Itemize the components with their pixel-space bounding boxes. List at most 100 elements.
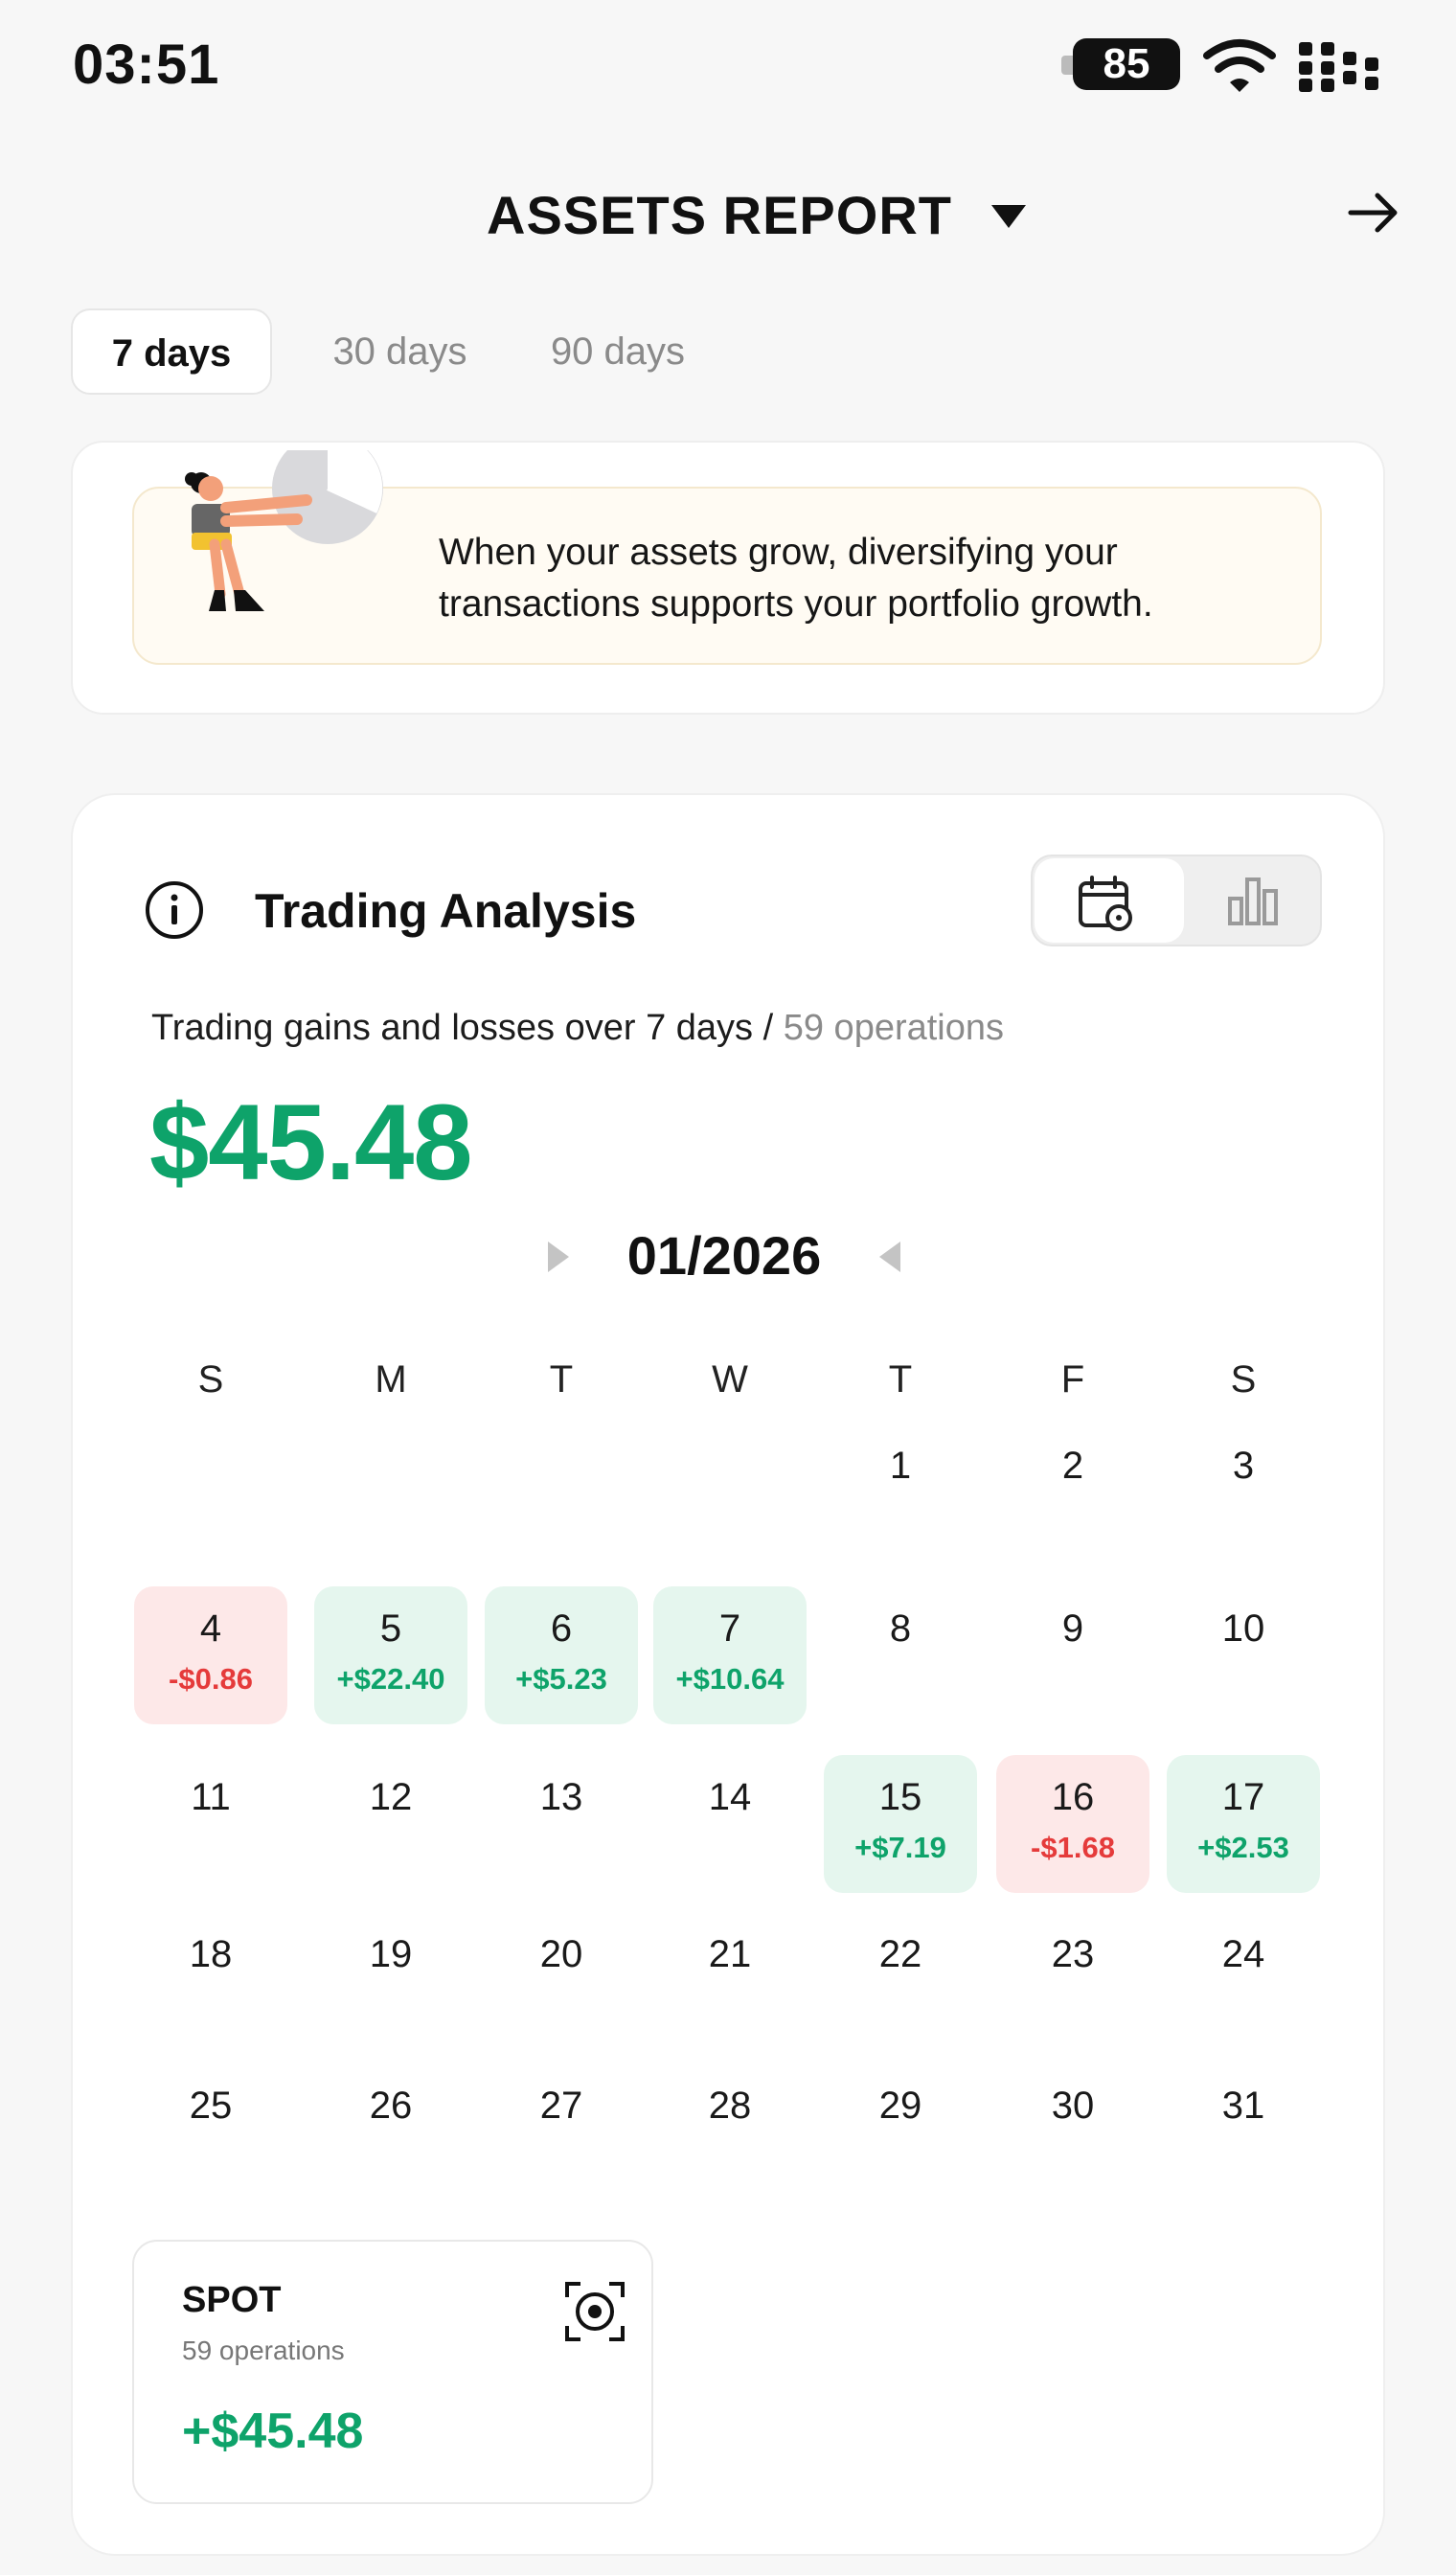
day-number: 20 — [539, 1933, 583, 1975]
calendar-day[interactable]: 12 — [314, 1755, 467, 1893]
day-number: 9 — [1061, 1607, 1084, 1650]
calendar-day[interactable]: 8 — [824, 1586, 977, 1724]
day-pnl: -$1.68 — [1031, 1831, 1115, 1864]
calendar-day[interactable]: 24 — [1167, 1912, 1320, 2050]
calendar-day[interactable]: 21 — [653, 1912, 807, 2050]
day-number: 2 — [1061, 1445, 1084, 1487]
day-number: 25 — [189, 2085, 233, 2127]
day-number: 23 — [1051, 1933, 1095, 1975]
day-number: 15 — [878, 1776, 922, 1818]
trading-subtitle: Trading gains and losses over 7 days / 5… — [151, 1008, 1004, 1049]
page-title[interactable]: ASSETS REPORT — [0, 184, 1456, 246]
day-number: 14 — [708, 1776, 752, 1818]
target-scan-icon[interactable] — [563, 2280, 626, 2343]
day-pnl: +$10.64 — [675, 1662, 785, 1696]
wifi-icon — [1203, 39, 1276, 92]
total-pnl: $45.48 — [149, 1082, 473, 1202]
spot-operations: 59 operations — [182, 2336, 345, 2365]
calendar-day[interactable]: 4 -$0.86 — [134, 1586, 287, 1724]
triangle-right-icon[interactable] — [546, 1240, 571, 1274]
calendar-icon[interactable] — [1077, 874, 1134, 931]
day-number: 26 — [369, 2085, 413, 2127]
day-number: 10 — [1221, 1607, 1265, 1650]
calendar-day[interactable]: 29 — [824, 2063, 977, 2201]
calendar-day[interactable]: 20 — [485, 1912, 638, 2050]
calendar-day[interactable]: 1 — [824, 1424, 977, 1561]
triangle-left-icon[interactable] — [877, 1240, 902, 1274]
day-pnl: -$0.86 — [169, 1662, 253, 1696]
tab-90-days[interactable]: 90 days — [536, 308, 699, 395]
calendar-day[interactable]: 2 — [996, 1424, 1149, 1561]
day-number: 13 — [539, 1776, 583, 1818]
day-pnl: +$7.19 — [854, 1831, 946, 1864]
calendar-day[interactable]: 26 — [314, 2063, 467, 2201]
calendar-day[interactable]: 5 +$22.40 — [314, 1586, 467, 1724]
day-number: 19 — [369, 1933, 413, 1975]
weekday-label: F — [1060, 1358, 1085, 1401]
calendar-day[interactable]: 3 — [1167, 1424, 1320, 1561]
calendar-day[interactable]: 7 +$10.64 — [653, 1586, 807, 1724]
calendar-day[interactable]: 11 — [134, 1755, 287, 1893]
weekday-label: T — [888, 1358, 913, 1401]
day-number: 4 — [199, 1607, 222, 1650]
signal-icon — [1299, 42, 1378, 92]
trading-analysis-title: Trading Analysis — [255, 884, 637, 938]
status-time: 03:51 — [73, 34, 220, 96]
calendar-day[interactable]: 9 — [996, 1586, 1149, 1724]
calendar-day[interactable]: 19 — [314, 1912, 467, 2050]
tab-30-days[interactable]: 30 days — [316, 308, 484, 395]
day-pnl: +$22.40 — [336, 1662, 445, 1696]
bar-chart-icon[interactable] — [1226, 874, 1280, 927]
day-number: 21 — [708, 1933, 752, 1975]
banner-text: When your assets grow, diversifying your… — [439, 532, 1153, 625]
calendar-day[interactable]: 22 — [824, 1912, 977, 2050]
day-pnl: +$5.23 — [515, 1662, 607, 1696]
day-number: 8 — [889, 1607, 912, 1650]
day-number: 28 — [708, 2085, 752, 2127]
day-number: 11 — [191, 1776, 231, 1818]
status-bar: 03:51 85 — [0, 0, 1456, 134]
calendar-day[interactable]: 10 — [1167, 1586, 1320, 1724]
day-number: 7 — [718, 1607, 741, 1650]
calendar-day[interactable]: 14 — [653, 1755, 807, 1893]
day-number: 29 — [878, 2085, 922, 2127]
spot-title: SPOT — [182, 2280, 282, 2320]
day-number: 3 — [1232, 1445, 1255, 1487]
weekday-label: M — [375, 1358, 407, 1401]
page-title-label: ASSETS REPORT — [487, 185, 952, 245]
battery-indicator: 85 — [1073, 38, 1180, 90]
calendar-day[interactable]: 6 +$5.23 — [485, 1586, 638, 1724]
day-number: 22 — [878, 1933, 922, 1975]
day-number: 5 — [379, 1607, 402, 1650]
battery-nub — [1061, 56, 1073, 75]
calendar-day[interactable]: 17 +$2.53 — [1167, 1755, 1320, 1893]
calendar-day[interactable]: 27 — [485, 2063, 638, 2201]
calendar-day[interactable]: 30 — [996, 2063, 1149, 2201]
month-label: 01/2026 — [626, 1225, 822, 1286]
tab-7-days[interactable]: 7 days — [71, 308, 272, 395]
calendar-day[interactable]: 18 — [134, 1912, 287, 2050]
calendar-day[interactable]: 15 +$7.19 — [824, 1755, 977, 1893]
calendar-day[interactable]: 25 — [134, 2063, 287, 2201]
day-number: 12 — [369, 1776, 413, 1818]
weekday-label: S — [197, 1358, 224, 1401]
day-number: 24 — [1221, 1933, 1265, 1975]
spot-value: +$45.48 — [182, 2404, 364, 2459]
arrow-right-icon[interactable] — [1345, 184, 1402, 241]
subtitle-text: Trading gains and losses over 7 days / — [151, 1008, 784, 1048]
calendar-day[interactable]: 23 — [996, 1912, 1149, 2050]
weekday-label: T — [549, 1358, 574, 1401]
weekday-label: W — [712, 1358, 748, 1401]
day-number: 18 — [189, 1933, 233, 1975]
calendar-day[interactable]: 16 -$1.68 — [996, 1755, 1149, 1893]
calendar-day[interactable]: 28 — [653, 2063, 807, 2201]
calendar-day[interactable]: 13 — [485, 1755, 638, 1893]
info-icon[interactable] — [144, 879, 205, 941]
day-number: 1 — [889, 1445, 912, 1487]
day-number: 16 — [1051, 1776, 1095, 1818]
day-number: 30 — [1051, 2085, 1095, 2127]
day-number: 27 — [539, 2085, 583, 2127]
calendar-day[interactable]: 31 — [1167, 2063, 1320, 2201]
day-number: 17 — [1221, 1776, 1265, 1818]
caret-down-icon[interactable] — [990, 203, 1028, 230]
